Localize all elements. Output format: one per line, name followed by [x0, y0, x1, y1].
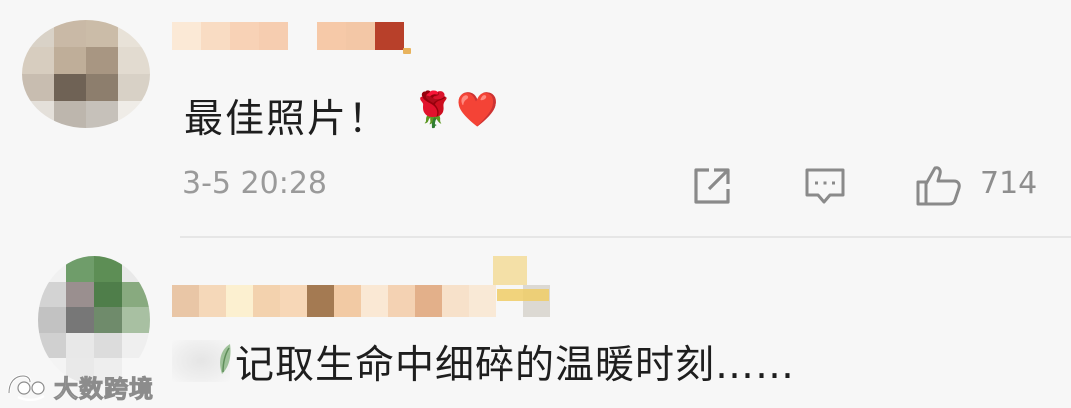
brand-logo-icon	[7, 374, 45, 401]
username-block	[375, 22, 404, 50]
avatar-tile	[86, 74, 118, 101]
rose-emoji-icon: 🌹	[412, 90, 455, 130]
avatar-tile	[86, 20, 118, 47]
username-block	[361, 285, 388, 317]
avatar-tile	[122, 307, 150, 333]
username-block	[317, 22, 346, 50]
avatar-tile	[22, 74, 54, 101]
avatar-tile	[22, 20, 54, 47]
username-block	[442, 285, 469, 317]
comment-text: 最佳照片！	[184, 97, 390, 142]
comment-icon[interactable]	[803, 164, 847, 208]
user-badge-icon	[403, 48, 411, 54]
avatar-tile	[86, 101, 118, 128]
username-block	[226, 285, 253, 317]
avatar-tile	[66, 281, 94, 308]
username-block	[288, 22, 317, 50]
avatar-tile	[22, 47, 54, 74]
avatar-tile	[94, 332, 122, 359]
username-block	[307, 285, 334, 317]
avatar-tile	[94, 256, 122, 282]
comment-timestamp: 3-5 20:28	[182, 166, 327, 201]
avatar-tile	[54, 47, 86, 74]
thumbs-up-icon[interactable]	[914, 164, 964, 208]
avatar-tile	[66, 332, 94, 359]
username-block	[259, 22, 288, 50]
username-block	[199, 285, 226, 317]
avatar-tile	[122, 332, 150, 359]
comment-divider	[180, 236, 1071, 238]
avatar-tile	[54, 20, 86, 47]
username-block	[469, 285, 496, 317]
username-block	[280, 285, 307, 317]
avatar-tile	[118, 20, 150, 47]
avatar[interactable]	[22, 20, 150, 128]
avatar-tile	[38, 281, 66, 308]
username-block	[230, 22, 259, 50]
avatar-tile	[38, 256, 66, 282]
heart-emoji-icon: ❤️	[456, 90, 499, 130]
username-pixelated[interactable]	[172, 22, 404, 50]
avatar-tile	[94, 281, 122, 308]
avatar-tile	[54, 101, 86, 128]
username-block	[334, 285, 361, 317]
avatar-tile	[22, 101, 54, 128]
avatar-tile	[86, 47, 118, 74]
avatar-tile	[54, 74, 86, 101]
share-icon[interactable]	[690, 164, 734, 208]
avatar-tile	[118, 47, 150, 74]
leaf-icon	[214, 342, 236, 376]
username-pixelated[interactable]	[172, 285, 550, 317]
watermark-text: 大数跨境	[54, 374, 154, 403]
comment-text: 记取生命中细碎的温暖时刻……	[235, 343, 796, 388]
avatar-tile	[118, 74, 150, 101]
avatar-tile	[122, 256, 150, 282]
username-block	[253, 285, 280, 317]
avatar-tile	[66, 256, 94, 282]
avatar-tile	[118, 101, 150, 128]
avatar-tile	[122, 281, 150, 308]
username-block	[201, 22, 230, 50]
username-block	[172, 22, 201, 50]
username-block	[415, 285, 442, 317]
watermark: 大数跨境	[6, 370, 154, 403]
avatar-tile	[38, 332, 66, 359]
username-block	[346, 22, 375, 50]
user-badge-icon	[493, 256, 527, 286]
avatar[interactable]	[38, 256, 150, 384]
avatar-tile	[66, 307, 94, 333]
avatar-tile	[38, 307, 66, 333]
like-count: 714	[980, 166, 1038, 201]
user-level-icon	[497, 289, 549, 301]
username-block	[388, 285, 415, 317]
username-block	[172, 285, 199, 317]
avatar-tile	[94, 307, 122, 333]
